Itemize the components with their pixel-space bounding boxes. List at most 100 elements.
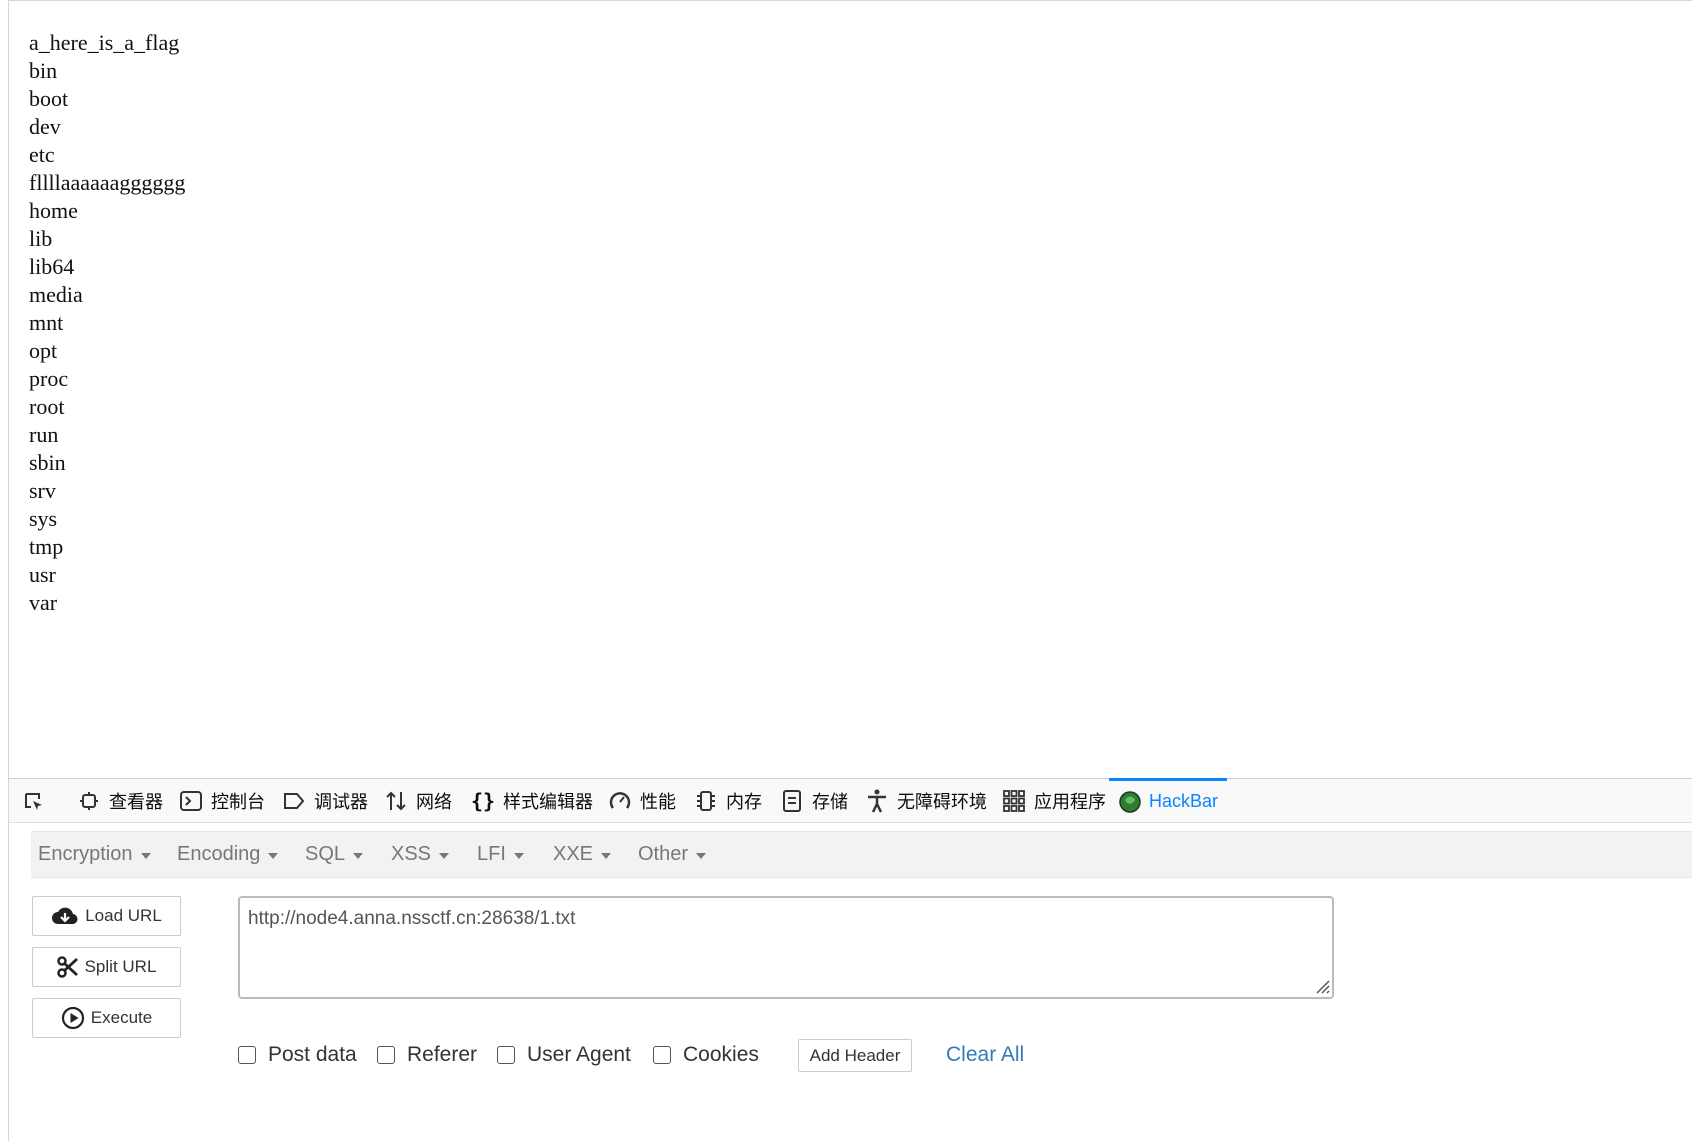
tab-style-editor[interactable]: {} 样式编辑器 bbox=[461, 779, 603, 823]
option-label: Post data bbox=[268, 1043, 357, 1066]
listing-entry: root bbox=[29, 394, 65, 419]
menu-label: XSS bbox=[391, 843, 432, 865]
listing-entry: sys bbox=[29, 506, 58, 531]
tab-debugger[interactable]: 调试器 bbox=[272, 779, 378, 823]
tab-label: 存储 bbox=[812, 792, 848, 812]
caret-down-icon bbox=[140, 852, 151, 859]
option-label: Referer bbox=[407, 1043, 478, 1066]
scissors-icon bbox=[56, 956, 79, 978]
tab-storage[interactable]: 存储 bbox=[770, 779, 858, 823]
performance-icon bbox=[608, 789, 632, 813]
resize-grip-icon[interactable] bbox=[1312, 976, 1330, 994]
tab-application[interactable]: 应用程序 bbox=[992, 779, 1116, 823]
listing-entry: sbin bbox=[29, 450, 66, 475]
tab-accessibility[interactable]: 无障碍环境 bbox=[855, 779, 997, 823]
tab-label: 查看器 bbox=[109, 792, 163, 812]
cloud-download-icon bbox=[51, 905, 79, 927]
post-data-option[interactable]: Post data bbox=[238, 1040, 357, 1070]
accessibility-icon bbox=[865, 789, 889, 813]
tab-label: 调试器 bbox=[314, 792, 368, 812]
tab-performance[interactable]: 性能 bbox=[598, 779, 686, 823]
play-circle-icon bbox=[61, 1006, 85, 1030]
referer-option[interactable]: Referer bbox=[377, 1040, 477, 1070]
caret-down-icon bbox=[601, 852, 612, 859]
menu-encryption[interactable]: Encryption bbox=[38, 832, 151, 877]
application-icon bbox=[1002, 789, 1026, 813]
listing-entry: lib bbox=[29, 226, 53, 251]
menu-other[interactable]: Other bbox=[638, 832, 707, 877]
caret-down-icon bbox=[439, 852, 450, 859]
listing-entry: media bbox=[29, 282, 83, 307]
option-label: User Agent bbox=[527, 1043, 631, 1066]
listing-entry: proc bbox=[29, 366, 69, 391]
style-editor-icon: {} bbox=[470, 789, 496, 813]
menu-xss[interactable]: XSS bbox=[391, 832, 450, 877]
listing-entry: mnt bbox=[29, 310, 64, 335]
menu-label: SQL bbox=[305, 843, 346, 865]
storage-icon bbox=[780, 789, 804, 813]
memory-icon bbox=[694, 789, 718, 813]
user-agent-checkbox[interactable] bbox=[497, 1046, 515, 1064]
load-url-button[interactable]: Load URL bbox=[32, 896, 181, 936]
tab-label: 样式编辑器 bbox=[503, 792, 593, 812]
tab-label: 内存 bbox=[726, 792, 762, 812]
network-icon bbox=[384, 789, 408, 813]
listing-entry: srv bbox=[29, 478, 56, 503]
button-label: Split URL bbox=[84, 957, 157, 976]
directory-listing: a_here_is_a_flag bin boot dev etc flllla… bbox=[29, 29, 185, 617]
listing-entry: etc bbox=[29, 142, 55, 167]
button-label: Load URL bbox=[85, 906, 162, 925]
devtools-tabbar: 查看器 控制台 调试器 网络 {} 样式编辑器 性能 内存 存储 无障碍环境 应… bbox=[9, 778, 1692, 823]
menu-encoding[interactable]: Encoding bbox=[177, 832, 279, 877]
user-agent-option[interactable]: User Agent bbox=[497, 1040, 631, 1070]
tab-console[interactable]: 控制台 bbox=[169, 779, 275, 823]
menu-sql[interactable]: SQL bbox=[305, 832, 364, 877]
listing-entry: a_here_is_a_flag bbox=[29, 30, 180, 55]
listing-entry: lib64 bbox=[29, 254, 75, 279]
listing-entry: home bbox=[29, 198, 78, 223]
menu-label: Other bbox=[638, 843, 689, 865]
referer-checkbox[interactable] bbox=[377, 1046, 395, 1064]
tab-inspector[interactable]: 查看器 bbox=[67, 779, 173, 823]
listing-entry: opt bbox=[29, 338, 58, 363]
tab-label: HackBar bbox=[1149, 791, 1219, 811]
menu-xxe[interactable]: XXE bbox=[553, 832, 612, 877]
caret-down-icon bbox=[353, 852, 364, 859]
console-icon bbox=[179, 789, 203, 813]
listing-entry: bin bbox=[29, 58, 58, 83]
listing-entry: boot bbox=[29, 86, 69, 111]
clear-all-link[interactable]: Clear All bbox=[946, 1040, 1024, 1070]
cookies-option[interactable]: Cookies bbox=[653, 1040, 759, 1070]
tab-hackbar[interactable]: HackBar bbox=[1109, 778, 1227, 822]
debugger-icon bbox=[282, 789, 306, 813]
execute-button[interactable]: Execute bbox=[32, 998, 181, 1038]
hackbar-menu-bar: Encryption Encoding SQL XSS LFI XXE Othe… bbox=[31, 831, 1692, 878]
tab-label: 应用程序 bbox=[1034, 792, 1106, 812]
caret-down-icon bbox=[268, 852, 279, 859]
listing-entry: usr bbox=[29, 562, 56, 587]
tab-label: 性能 bbox=[640, 792, 676, 812]
url-input[interactable]: http://node4.anna.nssctf.cn:28638/1.txt bbox=[238, 896, 1334, 999]
option-label: Cookies bbox=[683, 1043, 759, 1066]
tab-label: 网络 bbox=[416, 792, 452, 812]
menu-lfi[interactable]: LFI bbox=[477, 832, 524, 877]
tab-network[interactable]: 网络 bbox=[374, 779, 462, 823]
inspector-icon bbox=[77, 789, 101, 813]
tab-memory[interactable]: 内存 bbox=[684, 779, 772, 823]
cookies-checkbox[interactable] bbox=[653, 1046, 671, 1064]
hackbar-icon bbox=[1119, 790, 1141, 814]
split-url-button[interactable]: Split URL bbox=[32, 947, 181, 987]
menu-label: XXE bbox=[553, 843, 594, 865]
listing-entry: run bbox=[29, 422, 59, 447]
caret-down-icon bbox=[513, 852, 524, 859]
listing-entry: var bbox=[29, 590, 58, 615]
caret-down-icon bbox=[696, 852, 707, 859]
post-data-checkbox[interactable] bbox=[238, 1046, 256, 1064]
tab-label: 无障碍环境 bbox=[897, 792, 987, 812]
element-picker-icon[interactable] bbox=[19, 787, 49, 817]
menu-label: Encoding bbox=[177, 843, 261, 865]
add-header-button[interactable]: Add Header bbox=[798, 1039, 912, 1072]
page-viewport: a_here_is_a_flag bin boot dev etc flllla… bbox=[8, 0, 1692, 778]
menu-label: Encryption bbox=[38, 843, 133, 865]
listing-entry: dev bbox=[29, 114, 61, 139]
